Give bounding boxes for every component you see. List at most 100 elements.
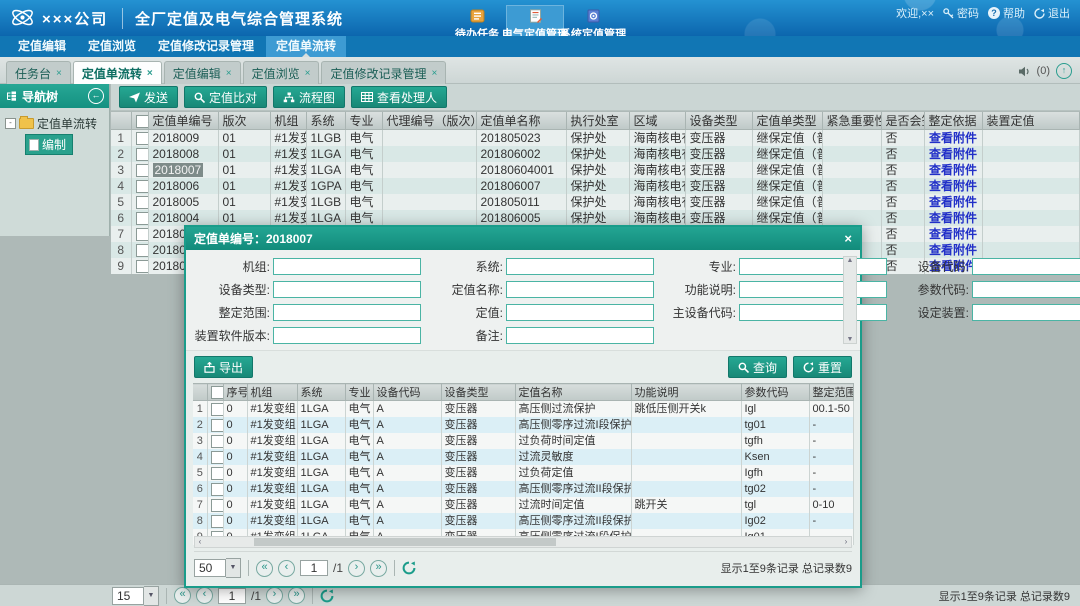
row-checkbox[interactable] xyxy=(211,515,224,528)
speaker-icon[interactable] xyxy=(1018,66,1031,77)
tab-close-icon[interactable]: × xyxy=(226,68,232,79)
select-all-checkbox[interactable] xyxy=(136,115,149,128)
row-checkbox[interactable] xyxy=(136,228,149,241)
form-input[interactable] xyxy=(273,258,421,275)
prev-page-button[interactable]: ‹ xyxy=(278,560,295,577)
table-row[interactable]: 3 0 #1发变组 1LGA 电气 A 变压器 过负荷时间定值 tgfh - xyxy=(193,433,853,449)
scroll-down-icon[interactable]: ▼ xyxy=(844,336,856,343)
page-input[interactable]: 1 xyxy=(218,588,246,604)
scroll-left-icon[interactable]: ‹ xyxy=(195,537,205,547)
scroll-right-icon[interactable]: › xyxy=(841,537,851,547)
tab[interactable]: 任务台 × xyxy=(6,61,71,84)
last-page-button[interactable]: » xyxy=(288,587,305,604)
subnav-item[interactable]: 定值单流转 xyxy=(266,36,346,57)
row-checkbox[interactable] xyxy=(136,132,149,145)
form-scrollbar[interactable]: ▲ ▼ xyxy=(843,256,857,344)
row-checkbox[interactable] xyxy=(211,419,224,432)
logout-link[interactable]: 退出 xyxy=(1034,5,1070,21)
table-row[interactable]: 1 0 #1发变组 1LGA 电气 A 变压器 高压侧过流保护 跳低压侧开关k … xyxy=(193,401,853,418)
row-checkbox[interactable] xyxy=(136,164,149,177)
tree-expander-icon[interactable]: - xyxy=(5,118,16,129)
table-row[interactable]: 2 0 #1发变组 1LGA 电气 A 变压器 高压侧零序过流I段保护时间 tg… xyxy=(193,417,853,433)
table-row[interactable]: 5 0 #1发变组 1LGA 电气 A 变压器 过负荷定值 Igfh - xyxy=(193,465,853,481)
subnav-item[interactable]: 定值编辑 xyxy=(8,36,76,57)
form-input[interactable] xyxy=(739,258,887,275)
prev-page-button[interactable]: ‹ xyxy=(196,587,213,604)
collapse-sidebar-icon[interactable]: ← xyxy=(88,88,104,104)
reset-button[interactable]: 重置 xyxy=(793,356,852,378)
query-button[interactable]: 查询 xyxy=(728,356,787,378)
page-size-select[interactable]: 50 ▼ xyxy=(194,558,241,578)
table-row[interactable]: 6 0 #1发变组 1LGA 电气 A 变压器 高压侧零序过流II段保护时间 t… xyxy=(193,481,853,497)
table-row[interactable]: 4 0 #1发变组 1LGA 电气 A 变压器 过流灵敏度 Ksen - xyxy=(193,449,853,465)
last-page-button[interactable]: » xyxy=(370,560,387,577)
send-button[interactable]: 发送 xyxy=(119,86,178,108)
tab-close-icon[interactable]: × xyxy=(305,68,311,79)
row-checkbox[interactable] xyxy=(136,196,149,209)
first-page-button[interactable]: « xyxy=(174,587,191,604)
form-input[interactable] xyxy=(506,281,654,298)
view-attachment-link[interactable]: 查看附件 xyxy=(929,211,977,225)
close-icon[interactable]: × xyxy=(844,231,852,246)
export-button[interactable]: 导出 xyxy=(194,356,253,378)
tab[interactable]: 定值浏览 × xyxy=(243,61,320,84)
table-row[interactable]: 6 2018004 01 #1发变组 1LGA 电气 201806005 保护处… xyxy=(111,210,1079,226)
scrollbar-thumb[interactable] xyxy=(254,538,556,546)
tab[interactable]: 定值编辑 × xyxy=(164,61,241,84)
scroll-up-icon[interactable]: ▲ xyxy=(844,257,856,264)
view-attachment-link[interactable]: 查看附件 xyxy=(929,179,977,193)
table-row[interactable]: 2 2018008 01 #1发变组 1LGA 电气 201806002 保护处… xyxy=(111,146,1079,162)
form-input[interactable] xyxy=(506,304,654,321)
subnav-item[interactable]: 定值浏览 xyxy=(78,36,146,57)
tab[interactable]: 定值修改记录管理 × xyxy=(321,61,446,84)
subnav-item[interactable]: 定值修改记录管理 xyxy=(148,36,264,57)
tab-close-icon[interactable]: × xyxy=(147,68,153,79)
row-checkbox[interactable] xyxy=(136,244,149,257)
form-input[interactable] xyxy=(972,281,1080,298)
form-input[interactable] xyxy=(739,304,887,321)
row-checkbox[interactable] xyxy=(136,260,149,273)
row-checkbox[interactable] xyxy=(136,180,149,193)
password-link[interactable]: 密码 xyxy=(943,5,979,21)
next-page-button[interactable]: › xyxy=(266,587,283,604)
row-checkbox[interactable] xyxy=(211,451,224,464)
form-input[interactable] xyxy=(972,304,1080,321)
table-row[interactable]: 8 0 #1发变组 1LGA 电气 A 变压器 高压侧零序过流II段保护 Ig0… xyxy=(193,513,853,529)
table-row[interactable]: 3 2018007 01 #1发变组 1LGA 电气 20180604001 保… xyxy=(111,162,1079,178)
row-checkbox[interactable] xyxy=(211,483,224,496)
refresh-icon[interactable] xyxy=(402,561,416,575)
compare-button[interactable]: 定值比对 xyxy=(184,86,267,108)
view-handlers-button[interactable]: 查看处理人 xyxy=(351,86,447,108)
form-input[interactable] xyxy=(739,281,887,298)
tab-close-icon[interactable]: × xyxy=(431,68,437,79)
row-checkbox[interactable] xyxy=(136,212,149,225)
page-size-select[interactable]: 15 ▼ xyxy=(112,586,159,606)
table-row[interactable]: 1 2018009 01 #1发变组 1LGB 电气 201805023 保护处… xyxy=(111,130,1079,147)
refresh-icon[interactable] xyxy=(320,589,334,603)
select-all-checkbox[interactable] xyxy=(211,386,224,399)
table-row[interactable]: 5 2018005 01 #1发变组 1LGB 电气 201805011 保护处… xyxy=(111,194,1079,210)
view-attachment-link[interactable]: 查看附件 xyxy=(929,195,977,209)
form-input[interactable] xyxy=(506,258,654,275)
form-input[interactable] xyxy=(273,304,421,321)
row-checkbox[interactable] xyxy=(211,435,224,448)
help-link[interactable]: ? 帮助 xyxy=(988,5,1025,21)
view-attachment-link[interactable]: 查看附件 xyxy=(929,243,977,257)
view-attachment-link[interactable]: 查看附件 xyxy=(929,147,977,161)
form-input[interactable] xyxy=(273,327,421,344)
tree-node-root[interactable]: - 定值单流转 xyxy=(5,115,104,131)
expand-up-icon[interactable]: ↑ xyxy=(1056,63,1072,79)
horizontal-scrollbar[interactable]: ‹ › xyxy=(194,536,852,548)
tab[interactable]: 定值单流转 × xyxy=(73,61,162,84)
row-checkbox[interactable] xyxy=(211,403,224,416)
row-checkbox[interactable] xyxy=(136,148,149,161)
flowchart-button[interactable]: 流程图 xyxy=(273,86,345,108)
table-row[interactable]: 4 2018006 01 #1发变组 1GPA 电气 201806007 保护处… xyxy=(111,178,1079,194)
tree-node-child-selected[interactable]: 编制 xyxy=(25,134,73,155)
page-input[interactable]: 1 xyxy=(300,560,328,576)
first-page-button[interactable]: « xyxy=(256,560,273,577)
row-checkbox[interactable] xyxy=(211,499,224,512)
row-checkbox[interactable] xyxy=(211,467,224,480)
form-input[interactable] xyxy=(506,327,654,344)
view-attachment-link[interactable]: 查看附件 xyxy=(929,131,977,145)
